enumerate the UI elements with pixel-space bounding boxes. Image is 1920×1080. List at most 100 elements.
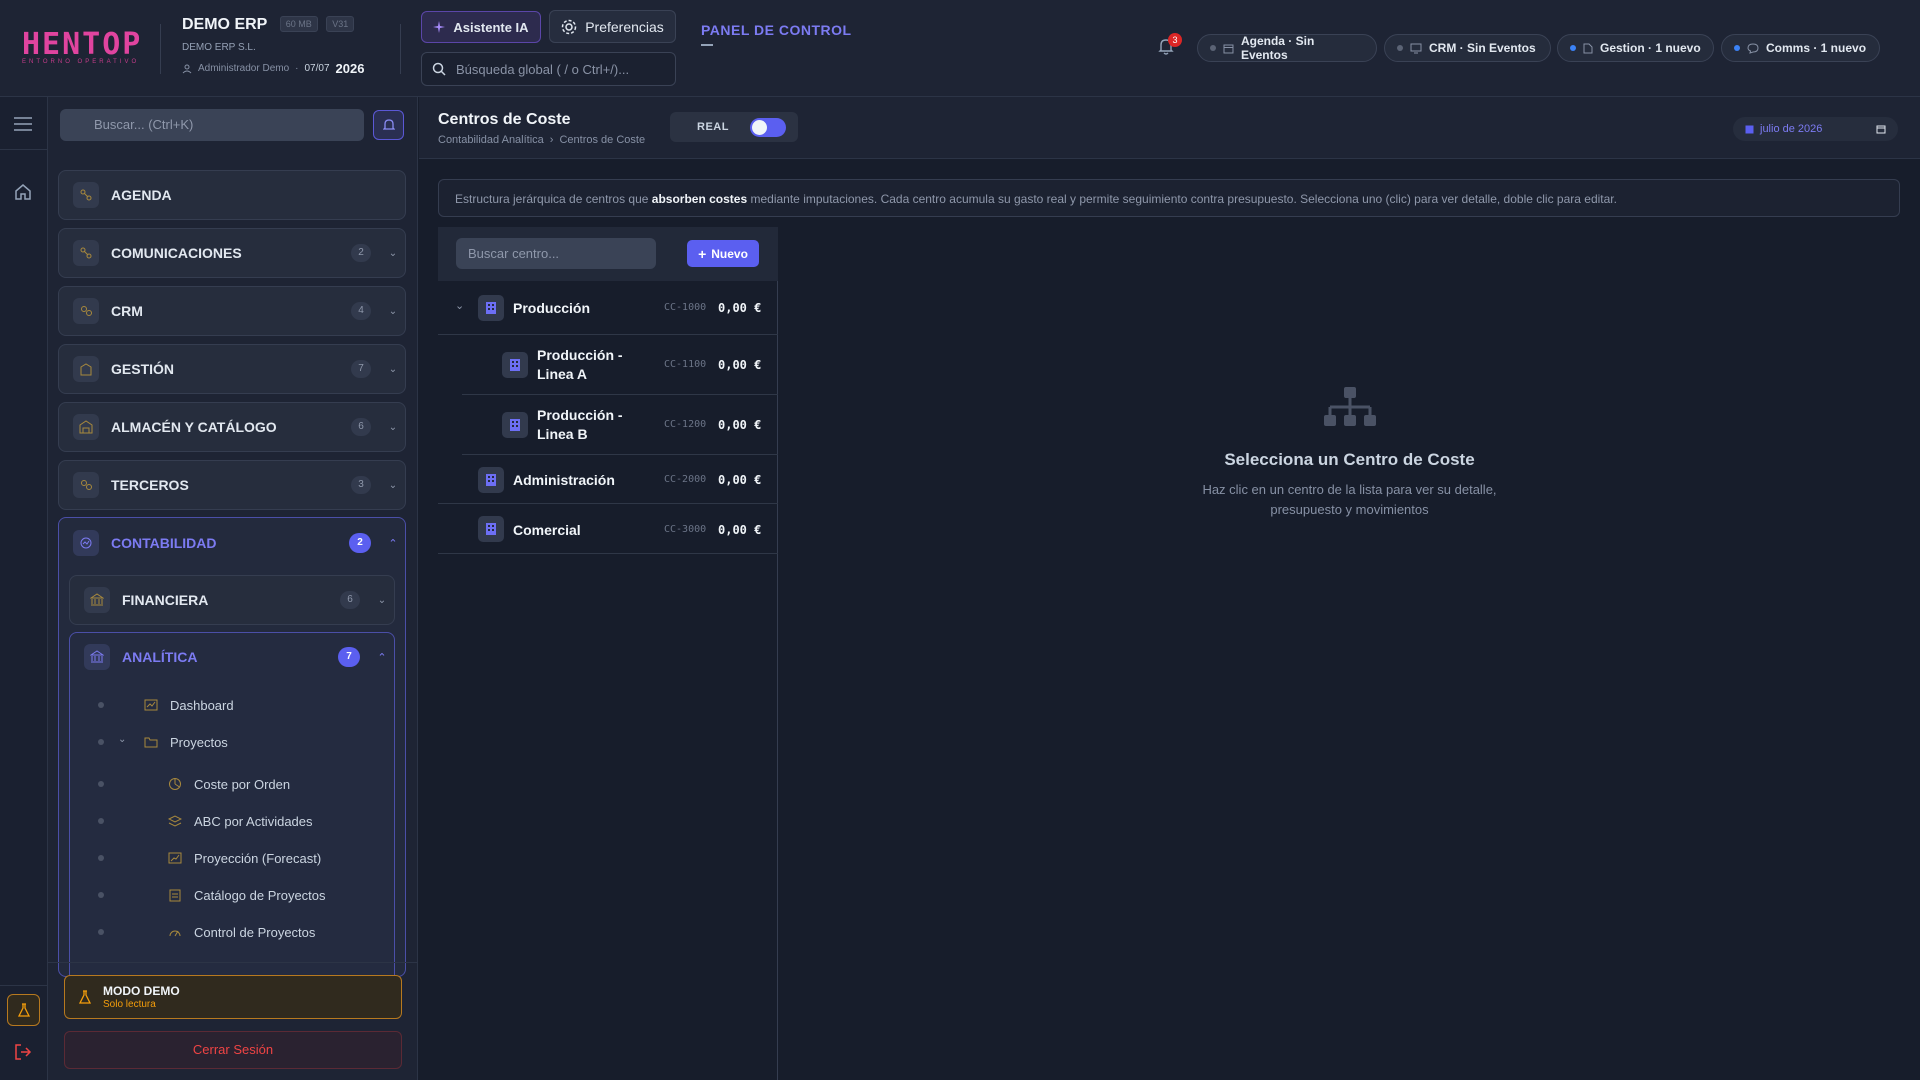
building-icon (502, 352, 528, 378)
folder-icon (144, 737, 158, 748)
chevron-down-icon: ⌄ (388, 305, 398, 317)
hierarchy-icon (1323, 387, 1376, 426)
sidebar-item-label: CONTABILIDAD (111, 535, 217, 551)
app-logo[interactable]: HENTOP ENTORNO OPERATIVO (22, 30, 142, 66)
demo-mode-banner: MODO DEMO Solo lectura (64, 975, 402, 1019)
real-toggle-group: REAL (670, 112, 798, 142)
chevron-down-icon: ⌄ (388, 363, 398, 375)
document-icon (1583, 43, 1593, 53)
layers-icon (168, 815, 182, 827)
top-bar: HENTOP ENTORNO OPERATIVO DEMO ERP 60 MB … (0, 0, 1920, 97)
breadcrumb: Contabilidad Analítica › Centros de Cost… (438, 134, 645, 146)
tree-node-produccion[interactable]: ⌄ Producción CC-1000 0,00 € (438, 281, 778, 335)
sparkle-icon (433, 21, 446, 33)
sidebar-item-gestion[interactable]: GESTIÓN 7 ⌄ (58, 344, 406, 394)
sidebar-item-label: COMUNICACIONES (111, 245, 242, 261)
bullet-dot (98, 818, 104, 824)
divider (48, 962, 417, 963)
chip-comms[interactable]: Comms · 1 nuevo (1721, 34, 1880, 62)
tree-node-administracion[interactable]: Administración CC-2000 0,00 € (438, 455, 778, 504)
sidebar-item-label: TERCEROS (111, 477, 189, 493)
node-amount: 0,00 € (718, 418, 762, 432)
sidebar-item-comunicaciones[interactable]: COMUNICACIONES 2 ⌄ (58, 228, 406, 278)
plus-icon: + (698, 245, 707, 262)
sidebar-item-almacen[interactable]: ALMACÉN Y CATÁLOGO 6 ⌄ (58, 402, 406, 452)
panel-subtitle-dash (701, 44, 713, 46)
leaf-label: Proyección (Forecast) (194, 850, 322, 866)
main-content: Centros de Coste Contabilidad Analítica … (419, 97, 1920, 1080)
node-code: CC-1200 (664, 419, 707, 430)
sidebar-item-agenda[interactable]: AGENDA (58, 170, 406, 220)
sidebar-item-label: GESTIÓN (111, 361, 175, 377)
global-search-input[interactable]: Búsqueda global ( / o Ctrl+/)... (421, 52, 676, 86)
analytics-icon (84, 644, 110, 670)
gear-icon (561, 19, 577, 34)
chevron-up-icon: ⌃ (377, 651, 387, 664)
company-info: DEMO ERP 60 MB V31 DEMO ERP S.L. Adminis… (182, 16, 364, 76)
home-button[interactable] (14, 183, 32, 206)
tree-node-comercial[interactable]: Comercial CC-3000 0,00 € (438, 504, 778, 554)
demo-mode-rail-button[interactable] (7, 994, 40, 1026)
breadcrumb-item[interactable]: Contabilidad Analítica (438, 134, 544, 146)
demo-subtitle: Solo lectura (103, 999, 156, 1010)
bullet-dot (98, 855, 104, 861)
breadcrumb-separator-icon: › (549, 134, 554, 146)
logout-rail-button[interactable] (14, 1043, 32, 1066)
info-text-post: mediante imputaciones. Cada centro acumu… (747, 192, 1617, 206)
tree-node-linea-a[interactable]: Producción - Linea A CC-1100 0,00 € (462, 335, 778, 395)
pin-button[interactable] (373, 110, 404, 140)
bank-icon (84, 587, 110, 613)
clipboard-icon (169, 889, 181, 902)
chevron-up-icon: ⌃ (388, 537, 398, 550)
current-year: 2026 (335, 61, 365, 76)
period-date-picker[interactable]: julio de 2026 (1733, 117, 1898, 141)
ai-assistant-button[interactable]: Asistente IA (421, 11, 541, 43)
status-dot (1397, 45, 1403, 51)
info-text-bold: absorben costes (651, 192, 748, 206)
node-code: CC-1100 (664, 359, 707, 370)
info-description: Estructura jerárquica de centros que abs… (438, 179, 1900, 217)
status-dot (1570, 45, 1576, 51)
sidebar-subitem-analitica[interactable]: ANALÍTICA 7 ⌃ (70, 633, 394, 681)
warehouse-icon (73, 414, 99, 440)
preferences-button[interactable]: Preferencias (549, 10, 676, 43)
new-cost-center-button[interactable]: + Nuevo (687, 240, 759, 267)
building-icon (478, 295, 504, 321)
company-legal-name: DEMO ERP S.L. (182, 42, 256, 53)
global-search-placeholder: Búsqueda global ( / o Ctrl+/)... (456, 61, 630, 77)
monitor-icon (1410, 43, 1422, 53)
version-badge: V31 (326, 16, 355, 32)
sidebar-item-terceros[interactable]: TERCEROS 3 ⌄ (58, 460, 406, 510)
real-toggle-switch[interactable] (750, 118, 786, 137)
sidebar-item-contabilidad[interactable]: CONTABILIDAD 2 ⌃ (59, 518, 405, 568)
current-date: 07/07 (304, 63, 330, 74)
building-icon (478, 467, 504, 493)
bullet-dot (98, 892, 104, 898)
leaf-label: Proyectos (170, 734, 228, 750)
dashboard-icon (144, 699, 158, 711)
cost-center-tree: Buscar centro... + Nuevo ⌄ Producción CC… (438, 227, 778, 1080)
tree-node-linea-b[interactable]: Producción - Linea B CC-1200 0,00 € (462, 395, 778, 455)
chevron-down-icon: ⌄ (388, 479, 398, 491)
divider (400, 24, 401, 74)
sidebar-item-label: ALMACÉN Y CATÁLOGO (111, 419, 277, 435)
node-amount: 0,00 € (718, 301, 762, 315)
empty-state-line: Haz clic en un centro de la lista para v… (1202, 482, 1497, 497)
agenda-icon (73, 182, 99, 208)
tree-search-input[interactable]: Buscar centro... (456, 238, 656, 269)
sidebar: Buscar... (Ctrl+K) AGENDA COMUNICACIONES… (48, 97, 418, 1080)
logout-button[interactable]: Cerrar Sesión (64, 1031, 402, 1069)
sidebar-item-crm[interactable]: CRM 4 ⌄ (58, 286, 406, 336)
leaf-label: Control de Proyectos (194, 924, 316, 940)
hamburger-menu-button[interactable] (14, 117, 32, 136)
sidebar-subitem-financiera[interactable]: FINANCIERA 6 ⌄ (69, 575, 395, 625)
sidebar-search-input[interactable]: Buscar... (Ctrl+K) (60, 109, 364, 141)
chip-agenda[interactable]: Agenda · Sin Eventos (1197, 34, 1377, 62)
chip-gestion[interactable]: Gestion · 1 nuevo (1557, 34, 1714, 62)
chip-agenda-label: Agenda · Sin Eventos (1240, 34, 1315, 62)
chip-crm[interactable]: CRM · Sin Eventos (1384, 34, 1551, 62)
chevron-down-icon: ⌄ (377, 594, 387, 606)
building-icon (502, 412, 528, 438)
node-label: Comercial (513, 522, 581, 538)
bullet-dot (98, 739, 104, 745)
